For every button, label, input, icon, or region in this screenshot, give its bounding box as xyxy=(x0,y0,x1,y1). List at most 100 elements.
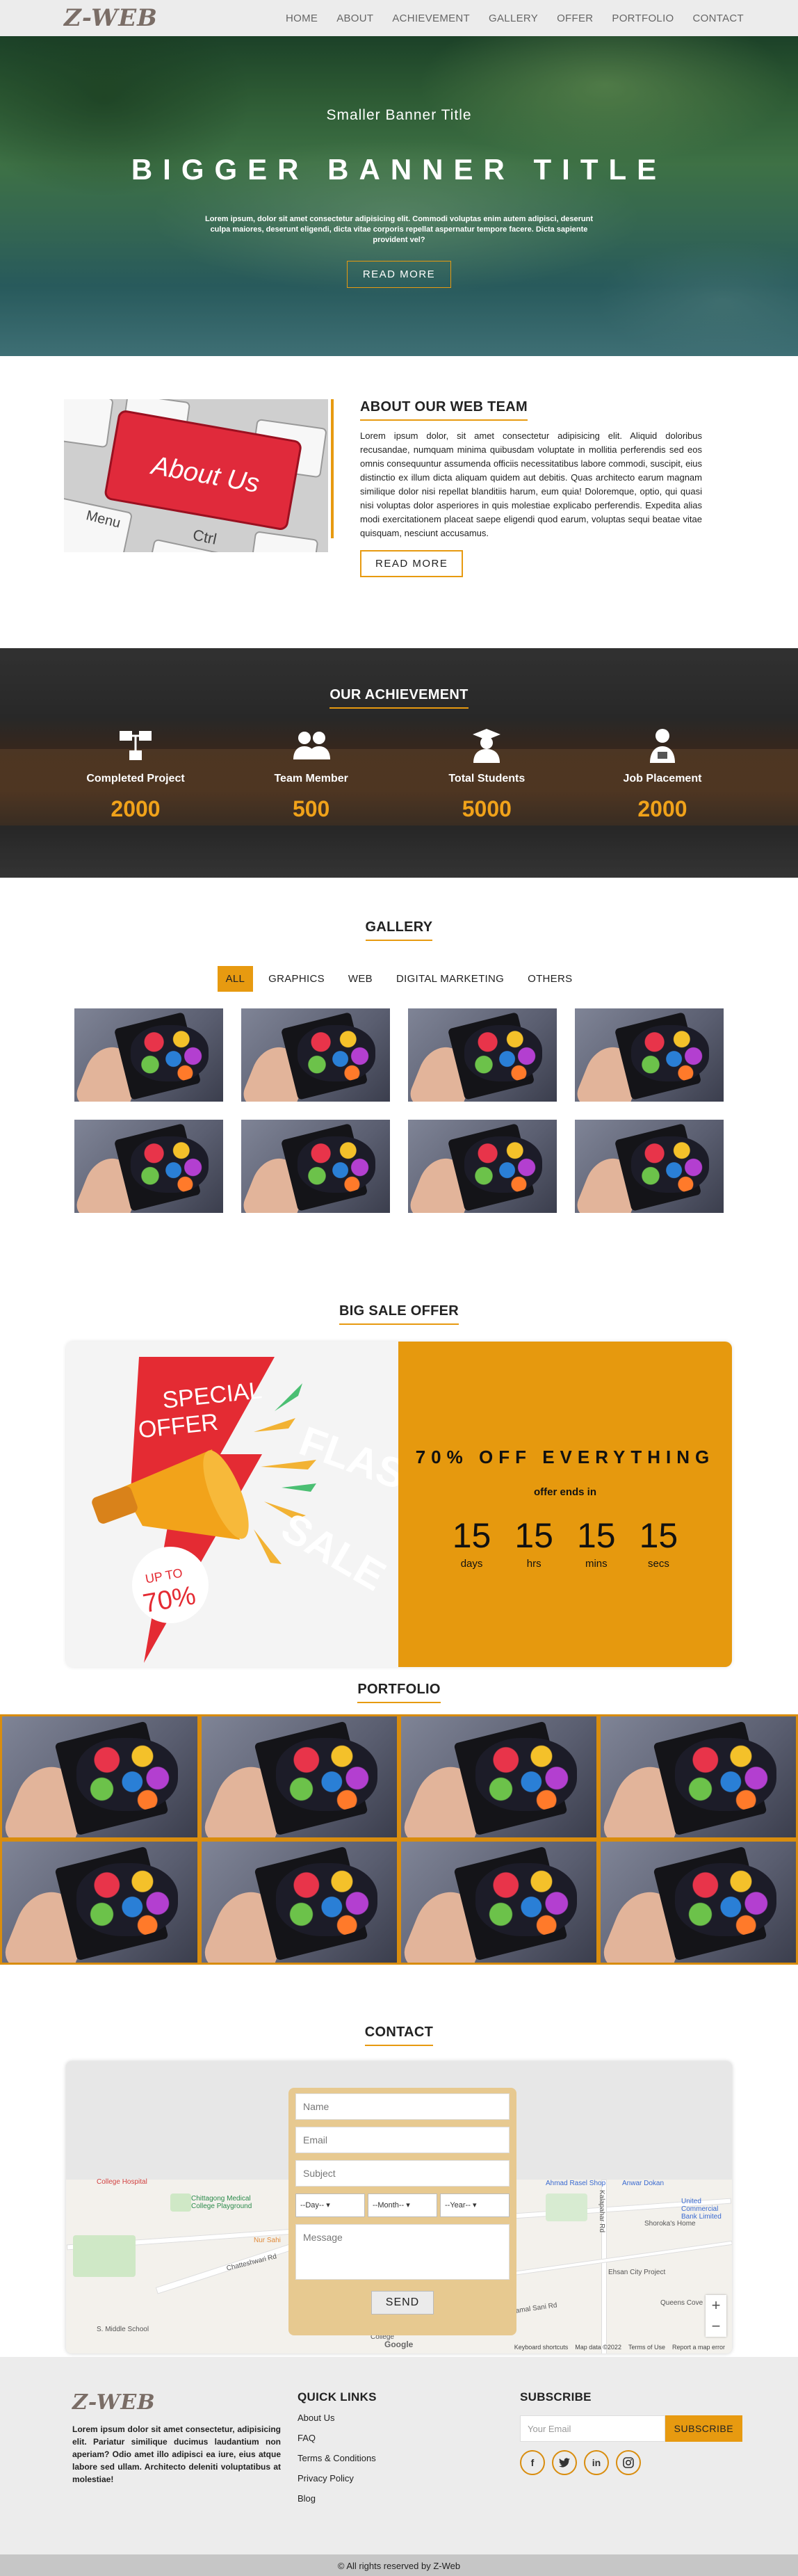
message-field[interactable]: Message xyxy=(295,2224,510,2280)
gallery-item[interactable] xyxy=(241,1008,390,1102)
map-label: Kalapahar Rd xyxy=(598,2189,606,2233)
footer-link-faq[interactable]: FAQ xyxy=(298,2433,520,2443)
graduate-icon xyxy=(421,728,553,763)
map-label: Nur Sahi xyxy=(254,2237,281,2244)
day-select[interactable]: --Day-- ▾ xyxy=(295,2193,365,2217)
about-text: Lorem ipsum dolor, sit amet consectetur … xyxy=(360,430,702,538)
date-select-row: --Day-- ▾ --Month-- ▾ --Year-- ▾ xyxy=(295,2193,510,2217)
map-label: Queens Cove xyxy=(660,2299,703,2307)
hero-banner: Smaller Banner Title BIGGER BANNER TITLE… xyxy=(0,36,798,356)
portfolio-item[interactable] xyxy=(200,1840,399,1965)
stat-total-students: Total Students 5000 xyxy=(421,728,553,822)
linkedin-icon[interactable]: in xyxy=(584,2450,609,2475)
portfolio-title: PORTFOLIO xyxy=(357,1682,441,1703)
portfolio-item[interactable] xyxy=(399,1840,598,1965)
about-content: ABOUT OUR WEB TEAM Lorem ipsum dolor, si… xyxy=(360,399,702,648)
copyright-text: © All rights reserved by Z-Web xyxy=(337,2561,461,2571)
countdown-minutes: 15 mins xyxy=(577,1516,616,1570)
name-field[interactable]: Name xyxy=(295,2093,510,2120)
filter-web[interactable]: WEB xyxy=(340,966,381,992)
month-select[interactable]: --Month-- ▾ xyxy=(368,2193,437,2217)
terms-link[interactable]: Terms of Use xyxy=(628,2344,665,2351)
countdown-seconds: 15 secs xyxy=(640,1516,678,1570)
nav-gallery[interactable]: GALLERY xyxy=(489,13,538,24)
report-error-link[interactable]: Report a map error xyxy=(672,2344,725,2351)
users-icon xyxy=(245,728,377,763)
countdown-hours: 15 hrs xyxy=(514,1516,553,1570)
social-links: f in xyxy=(520,2450,742,2475)
stat-value: 2000 xyxy=(111,796,161,821)
footer-link-terms[interactable]: Terms & Conditions xyxy=(298,2453,520,2463)
filter-digital-marketing[interactable]: DIGITAL MARKETING xyxy=(388,966,512,992)
map-label: Chittagong Medical College Playground xyxy=(191,2195,252,2210)
portfolio-item[interactable] xyxy=(0,1840,200,1965)
countdown-unit: hrs xyxy=(526,1557,542,1570)
nav-home[interactable]: HOME xyxy=(286,13,318,24)
gallery-item[interactable] xyxy=(575,1120,724,1213)
nav-contact[interactable]: CONTACT xyxy=(693,13,744,24)
stat-label: Total Students xyxy=(448,773,526,784)
hero-subtitle: Smaller Banner Title xyxy=(326,107,472,123)
portfolio-item[interactable] xyxy=(0,1714,200,1840)
footer-link-about[interactable]: About Us xyxy=(298,2413,520,2423)
countdown: 15 days 15 hrs 15 mins 15 secs xyxy=(453,1516,678,1570)
email-field[interactable]: Email xyxy=(295,2127,510,2153)
instagram-icon[interactable] xyxy=(616,2450,641,2475)
map-label: Ehsan City Project xyxy=(608,2269,666,2276)
hero-title: BIGGER BANNER TITLE xyxy=(131,153,667,186)
nav-achievement[interactable]: ACHIEVEMENT xyxy=(392,13,470,24)
gallery-item[interactable] xyxy=(74,1008,223,1102)
google-logo: Google xyxy=(384,2340,414,2349)
hero-read-more-button[interactable]: READ MORE xyxy=(346,261,452,288)
zoom-out-button[interactable]: − xyxy=(706,2316,726,2337)
portfolio-item[interactable] xyxy=(598,1714,798,1840)
year-select[interactable]: --Year-- ▾ xyxy=(440,2193,510,2217)
countdown-unit: days xyxy=(460,1557,483,1570)
gallery-item[interactable] xyxy=(575,1008,724,1102)
stat-team-member: Team Member 500 xyxy=(245,728,377,822)
about-read-more-button[interactable]: READ MORE xyxy=(360,550,464,577)
twitter-icon[interactable] xyxy=(552,2450,577,2475)
filter-others[interactable]: OTHERS xyxy=(519,966,580,992)
offer-card: SPECIAL OFFER FLASH SALE UP TO 70% 70% O… xyxy=(66,1342,732,1667)
portfolio-item[interactable] xyxy=(200,1714,399,1840)
quick-links-title: QUICK LINKS xyxy=(298,2390,377,2404)
year-select-value: --Year-- xyxy=(445,2201,471,2209)
footer-logo[interactable]: Z-WEB xyxy=(72,2390,281,2415)
portfolio-item[interactable] xyxy=(399,1714,598,1840)
map[interactable]: College Hospital Chittagong Medical Coll… xyxy=(66,2061,732,2353)
gallery-item[interactable] xyxy=(74,1120,223,1213)
zoom-in-button[interactable]: + xyxy=(706,2295,726,2316)
nav-about[interactable]: ABOUT xyxy=(336,13,373,24)
facebook-icon[interactable]: f xyxy=(520,2450,545,2475)
gallery-grid xyxy=(0,1008,798,1213)
contact-section: CONTACT College Hospital Chittagong Medi… xyxy=(0,1987,798,2357)
send-button[interactable]: SEND xyxy=(371,2291,434,2315)
flash-sale-image: SPECIAL OFFER FLASH SALE UP TO 70% xyxy=(66,1342,398,1667)
footer-link-blog[interactable]: Blog xyxy=(298,2493,520,2504)
footer-quick-links: QUICK LINKS About Us FAQ Terms & Conditi… xyxy=(298,2390,520,2554)
subscribe-title: SUBSCRIBE xyxy=(520,2390,592,2404)
gallery-item[interactable] xyxy=(408,1120,557,1213)
keyboard-illustration: About Us Menu Ctrl xyxy=(64,399,328,552)
nav-offer[interactable]: OFFER xyxy=(557,13,593,24)
portfolio-section: PORTFOLIO xyxy=(0,1651,798,1987)
sitemap-icon xyxy=(70,728,202,763)
footer-link-privacy[interactable]: Privacy Policy xyxy=(298,2473,520,2484)
portfolio-item[interactable] xyxy=(598,1840,798,1965)
gallery-item[interactable] xyxy=(408,1008,557,1102)
subject-field[interactable]: Subject xyxy=(295,2160,510,2187)
nav-portfolio[interactable]: PORTFOLIO xyxy=(612,13,674,24)
keyboard-shortcuts-link[interactable]: Keyboard shortcuts xyxy=(514,2344,569,2351)
gallery-item[interactable] xyxy=(241,1120,390,1213)
countdown-unit: mins xyxy=(585,1557,608,1570)
logo[interactable]: Z-WEB xyxy=(64,4,158,32)
copyright-bar: © All rights reserved by Z-Web xyxy=(0,2554,798,2576)
subscribe-button[interactable]: SUBSCRIBE xyxy=(665,2415,742,2442)
countdown-number: 15 xyxy=(577,1515,616,1555)
gallery-section: GALLERY ALL GRAPHICS WEB DIGITAL MARKETI… xyxy=(0,878,798,1267)
filter-graphics[interactable]: GRAPHICS xyxy=(260,966,333,992)
subscribe-email-input[interactable]: Your Email xyxy=(520,2415,665,2442)
footer: Z-WEB Lorem ipsum dolor sit amet consect… xyxy=(0,2357,798,2554)
filter-all[interactable]: ALL xyxy=(217,966,254,992)
